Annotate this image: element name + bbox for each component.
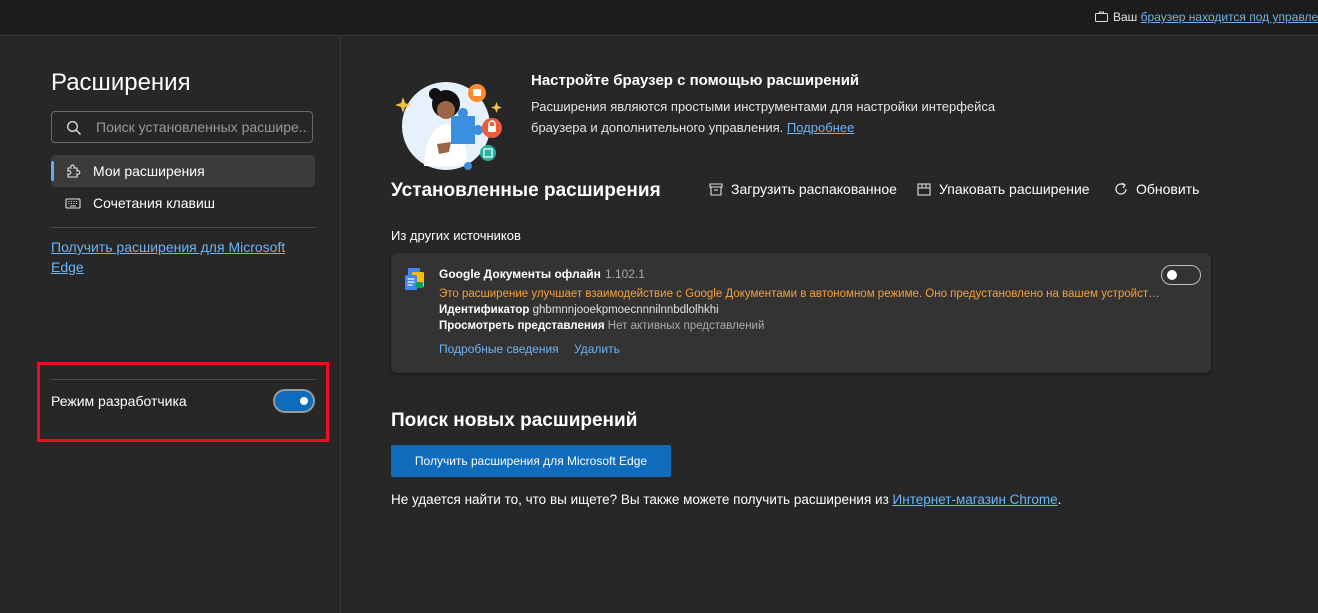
- extension-views-value: Нет активных представлений: [607, 320, 765, 332]
- installed-extensions-title: Установленные расширения: [391, 180, 661, 201]
- extension-views-row: Просмотреть представления Нет активных п…: [439, 320, 764, 332]
- managed-prefix: Ваш: [1113, 10, 1138, 24]
- sidebar-divider: [51, 227, 315, 228]
- chrome-store-link[interactable]: Интернет-магазин Chrome: [893, 492, 1058, 507]
- managed-link[interactable]: браузер находится под управле: [1141, 10, 1318, 24]
- not-found-period: .: [1057, 492, 1062, 507]
- load-unpacked-button[interactable]: Загрузить распакованное: [708, 181, 897, 197]
- toggle-knob: [1167, 270, 1177, 280]
- extension-name-text: Google Документы офлайн: [439, 267, 601, 281]
- extension-views-label: Просмотреть представления: [439, 320, 605, 332]
- find-extensions-title: Поиск новых расширений: [391, 410, 638, 431]
- managed-notice: Ваш браузер находится под управле: [1095, 10, 1318, 24]
- get-extensions-link[interactable]: Получить расширения для Microsoft Edge: [51, 237, 301, 277]
- pack-extension-button[interactable]: Упаковать расширение: [916, 181, 1090, 197]
- pack-icon: [917, 183, 931, 196]
- extension-toggle[interactable]: [1161, 265, 1201, 285]
- briefcase-icon: [1095, 11, 1108, 22]
- load-unpacked-label: Загрузить распакованное: [731, 181, 897, 197]
- google-docs-offline-icon: [405, 268, 424, 290]
- extension-id-value: ghbmnnjooekpmoecnnnilnnbdlolhkhi: [532, 304, 719, 316]
- remove-link[interactable]: Удалить: [574, 342, 620, 356]
- pack-extension-label: Упаковать расширение: [939, 181, 1090, 197]
- not-found-text: Не удается найти то, что вы ищете? Вы та…: [391, 492, 1061, 507]
- top-bar: Ваш браузер находится под управле: [0, 0, 1318, 36]
- not-found-message: Не удается найти то, что вы ищете? Вы та…: [391, 492, 889, 507]
- search-box[interactable]: [51, 111, 313, 143]
- extension-warning: Это расширение улучшает взаимодействие с…: [439, 288, 1161, 300]
- refresh-icon: [1115, 182, 1127, 195]
- puzzle-icon: [67, 164, 81, 178]
- hero-description: Расширения являются простыми инструмента…: [531, 96, 1051, 138]
- refresh-button[interactable]: Обновить: [1113, 181, 1199, 197]
- nav-item-label: Сочетания клавиш: [93, 195, 215, 211]
- nav-item-label: Мои расширения: [93, 163, 205, 179]
- hero-description-text: Расширения являются простыми инструмента…: [531, 99, 996, 135]
- extension-version: 1.102.1: [604, 267, 645, 281]
- extension-name: Google Документы офлайн 1.102.1: [439, 267, 645, 281]
- other-sources-label: Из других источников: [391, 228, 521, 243]
- sidebar-title: Расширения: [51, 69, 191, 96]
- extension-id-row: Идентификатор ghbmnnjooekpmoecnnnilnnbdl…: [439, 304, 719, 316]
- hero-title: Настройте браузер с помощью расширений: [531, 72, 860, 89]
- extension-card: Google Документы офлайн 1.102.1 Это расши…: [391, 253, 1211, 373]
- keyboard-icon: [65, 198, 81, 209]
- get-extensions-button[interactable]: Получить расширения для Microsoft Edge: [391, 445, 671, 477]
- developer-mode-highlight-box: [37, 362, 329, 442]
- search-input[interactable]: [96, 112, 308, 142]
- search-icon: [67, 121, 81, 135]
- learn-more-link[interactable]: Подробнее: [787, 120, 854, 135]
- extensions-illustration: [395, 82, 502, 170]
- sidebar: Расширения Мои расширения Сочетания клав…: [0, 36, 341, 613]
- main-content: Настройте браузер с помощью расширений Р…: [341, 36, 1318, 613]
- extension-id-label: Идентификатор: [439, 304, 530, 316]
- nav-item-my-extensions[interactable]: Мои расширения: [51, 155, 315, 187]
- details-link[interactable]: Подробные сведения: [439, 342, 559, 356]
- nav-item-keyboard-shortcuts[interactable]: Сочетания клавиш: [51, 187, 315, 219]
- refresh-label: Обновить: [1136, 181, 1200, 197]
- load-unpacked-icon: [709, 183, 723, 196]
